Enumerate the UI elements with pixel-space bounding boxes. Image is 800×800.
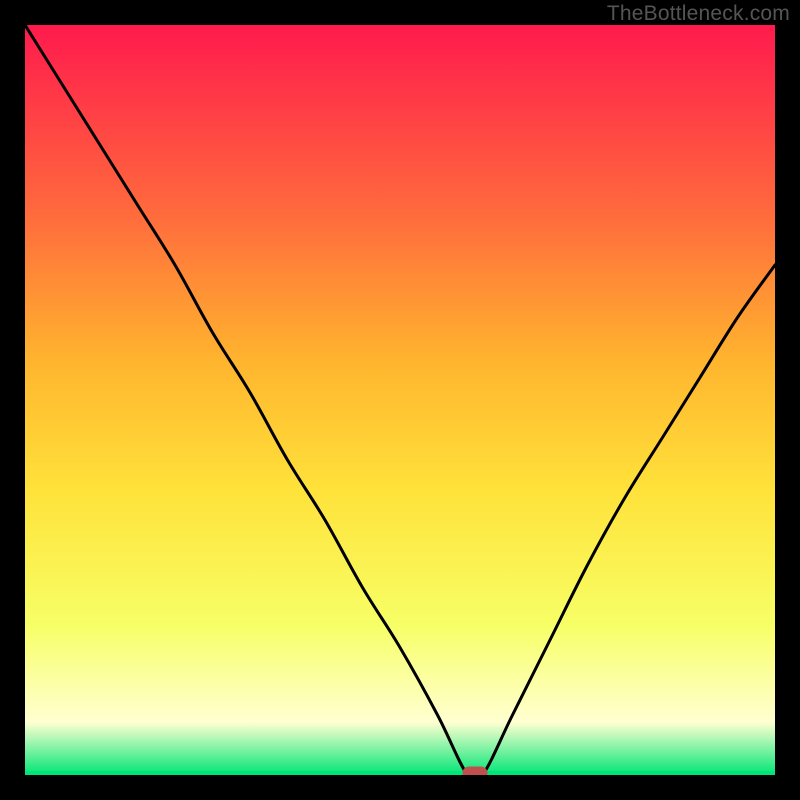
gradient-background bbox=[25, 25, 775, 775]
optimal-point-marker bbox=[463, 767, 487, 775]
watermark-label: TheBottleneck.com bbox=[607, 2, 790, 26]
plot-area bbox=[25, 25, 775, 775]
chart-frame: TheBottleneck.com bbox=[0, 0, 800, 800]
chart-svg bbox=[25, 25, 775, 775]
